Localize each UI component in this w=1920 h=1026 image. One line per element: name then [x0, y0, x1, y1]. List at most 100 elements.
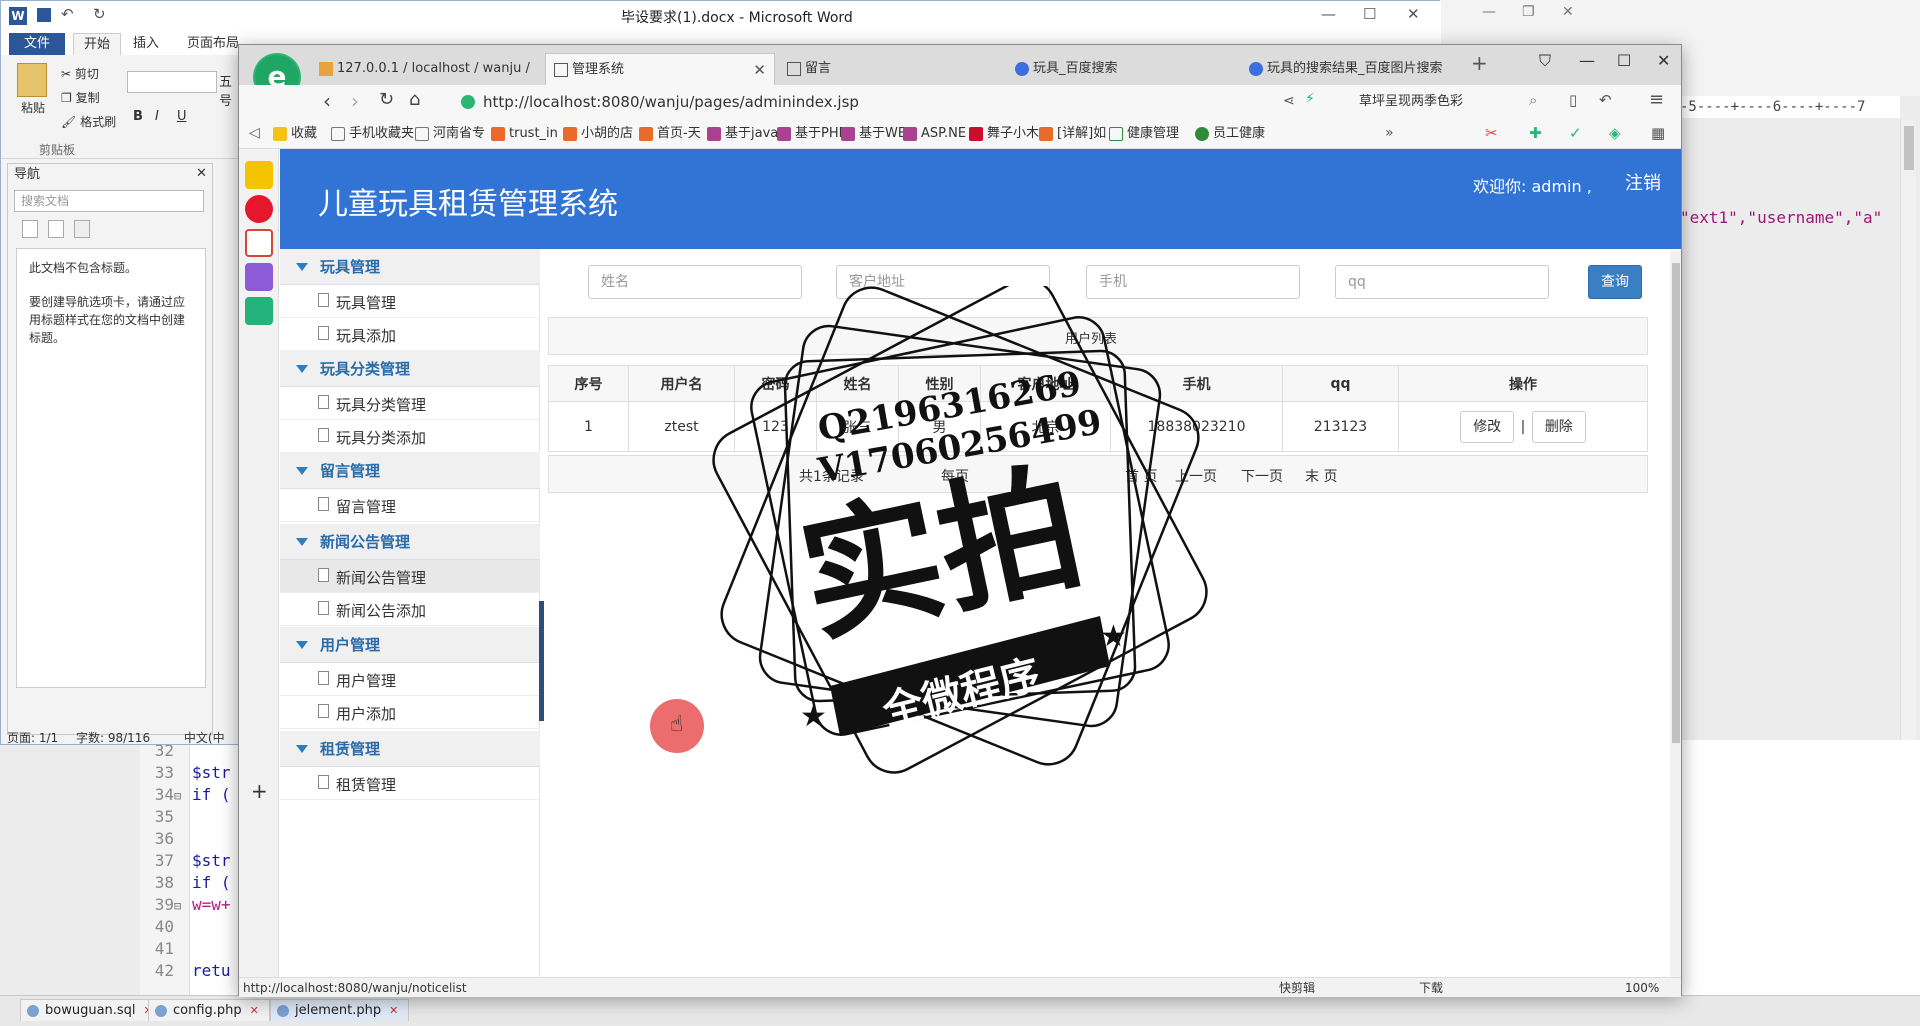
minimize-icon[interactable]: —	[1579, 51, 1595, 70]
cut-button[interactable]: ✂ 剪切	[61, 65, 99, 82]
pages-view-icon[interactable]	[48, 220, 64, 238]
menu-item-category-add[interactable]: 玩具分类添加	[280, 420, 540, 453]
menu-group-notice[interactable]: 新闻公告管理	[280, 524, 540, 560]
restore-icon[interactable]: ❐	[1522, 4, 1535, 20]
zoom-level[interactable]: 100%	[1625, 979, 1659, 997]
scrollbar-thumb[interactable]	[1904, 126, 1914, 170]
scissors-icon[interactable]: ✂	[1485, 124, 1498, 142]
extension-icon[interactable]: ✚	[1529, 124, 1542, 142]
add-icon[interactable]: +	[251, 779, 268, 803]
phone-search-input[interactable]: 手机	[1086, 265, 1300, 299]
close-icon[interactable]: ✕	[196, 166, 207, 181]
underline-button[interactable]: U	[177, 109, 187, 124]
close-icon[interactable]: ✕	[250, 1004, 259, 1017]
italic-button[interactable]: I	[155, 109, 159, 124]
tab-file[interactable]: 文件	[9, 33, 65, 55]
menu-item-rental-manage[interactable]: 租赁管理	[280, 767, 540, 800]
favorites-icon[interactable]	[245, 161, 273, 189]
menu-item-user-add[interactable]: 用户添加	[280, 696, 540, 729]
menu-icon[interactable]: ≡	[1649, 89, 1664, 110]
nav-search-input[interactable]: 搜索文档	[14, 190, 204, 212]
close-icon[interactable]: ✕	[389, 1004, 398, 1017]
name-search-input[interactable]: 姓名	[588, 265, 802, 299]
bookmark-item[interactable]: [详解]如	[1039, 125, 1106, 143]
logout-link[interactable]: 注销	[1625, 169, 1661, 195]
results-view-icon[interactable]	[74, 220, 90, 238]
reload-icon[interactable]: ↻	[379, 89, 394, 110]
bookmark-item[interactable]: 小胡的店	[563, 125, 633, 143]
paste-icon[interactable]	[17, 63, 47, 97]
file-tab[interactable]: config.php ✕	[148, 999, 270, 1021]
tab-home[interactable]: 开始	[73, 33, 122, 55]
format-painter-button[interactable]: 🖌 格式刷	[61, 113, 116, 130]
bookmark-item[interactable]: 员工健康	[1195, 125, 1265, 143]
share-icon[interactable]: ⋖	[1283, 93, 1295, 109]
undo-icon[interactable]: ↶	[1599, 91, 1612, 109]
edit-button[interactable]: 修改	[1460, 410, 1515, 443]
save-icon[interactable]	[37, 8, 51, 22]
shield-icon[interactable]: ✓	[1569, 124, 1582, 142]
new-tab-button[interactable]: +	[1471, 51, 1488, 75]
maximize-icon[interactable]: ☐	[1363, 5, 1376, 23]
redo-icon[interactable]: ↻	[93, 5, 106, 23]
close-icon[interactable]: ✕	[1657, 51, 1670, 70]
home-icon[interactable]: ⌂	[409, 89, 420, 110]
bookmark-item[interactable]: 手机收藏夹	[331, 125, 414, 143]
minimize-icon[interactable]: —	[1482, 4, 1496, 20]
bookmark-item[interactable]: 基于java	[707, 125, 778, 143]
minimize-icon[interactable]: —	[1321, 5, 1336, 23]
bold-button[interactable]: B	[133, 109, 143, 124]
address-search-input[interactable]: 客户地址	[836, 265, 1050, 299]
menu-group-user[interactable]: 用户管理	[280, 627, 540, 663]
search-icon[interactable]: ⌕	[1529, 91, 1537, 109]
file-tab-active[interactable]: jelement.php ✕	[270, 999, 410, 1021]
delete-button[interactable]: 删除	[1531, 410, 1586, 443]
menu-item-toy-manage[interactable]: 玩具管理	[280, 285, 540, 318]
forward-icon[interactable]: ›	[351, 89, 359, 113]
headings-view-icon[interactable]	[22, 220, 38, 238]
close-icon[interactable]: ✕	[1407, 5, 1420, 23]
menu-group-toy[interactable]: 玩具管理	[280, 249, 540, 285]
weibo-icon[interactable]	[245, 195, 273, 223]
file-tab[interactable]: bowuguan.sql✕	[20, 999, 164, 1021]
tab-insert[interactable]: 插入	[123, 33, 169, 55]
url-input[interactable]: http://localhost:8080/wanju/pages/admini…	[483, 90, 1383, 114]
close-icon[interactable]: ✕	[753, 54, 766, 86]
comic-icon[interactable]	[245, 263, 273, 291]
menu-group-rental[interactable]: 租赁管理	[280, 731, 540, 767]
more-bookmarks-icon[interactable]: »	[1385, 125, 1394, 141]
menu-splitter[interactable]	[539, 601, 544, 721]
menu-group-category[interactable]: 玩具分类管理	[280, 351, 540, 387]
bookmark-item[interactable]: 健康管理	[1109, 125, 1179, 143]
menu-item-user-manage[interactable]: 用户管理	[280, 663, 540, 696]
browser-tab[interactable]: 留言	[779, 53, 841, 85]
menu-group-message[interactable]: 留言管理	[280, 453, 540, 489]
qq-search-input[interactable]: qq	[1335, 265, 1549, 299]
screenshot-tool[interactable]: 快剪辑	[1279, 979, 1315, 997]
download-button[interactable]: 下载	[1419, 979, 1443, 997]
bookmark-item[interactable]: 河南省专	[415, 125, 485, 143]
bookmark-item[interactable]: 基于WE	[841, 125, 906, 143]
browser-tab-active[interactable]: 管理系统 ✕	[545, 53, 775, 85]
browser-tab[interactable]: 玩具_百度搜索	[1007, 53, 1128, 85]
menu-item-toy-add[interactable]: 玩具添加	[280, 318, 540, 351]
shirt-icon[interactable]: ⛉	[1539, 51, 1551, 71]
maximize-icon[interactable]: ☐	[1617, 51, 1631, 70]
next-page-link[interactable]: 下一页	[1241, 466, 1283, 486]
scrollbar-thumb[interactable]	[1672, 263, 1680, 743]
browser-tab[interactable]: 127.0.0.1 / localhost / wanju /	[311, 53, 540, 85]
bookmark-item[interactable]: 首页-天	[639, 125, 701, 143]
game-icon[interactable]: ◈	[1609, 124, 1621, 142]
last-page-link[interactable]: 末 页	[1305, 466, 1337, 486]
bookmark-item[interactable]: 舞子小木	[969, 125, 1039, 143]
apps-icon[interactable]: ▦	[1651, 124, 1665, 142]
menu-item-notice-add[interactable]: 新闻公告添加	[280, 593, 540, 626]
menu-item-message-manage[interactable]: 留言管理	[280, 489, 540, 522]
paste-button[interactable]: 粘贴	[21, 99, 45, 116]
prev-page-link[interactable]: 上一页	[1175, 466, 1217, 486]
menu-item-category-manage[interactable]: 玩具分类管理	[280, 387, 540, 420]
mail-icon[interactable]	[245, 229, 273, 257]
browser-tab[interactable]: 玩具的搜索结果_百度图片搜索	[1241, 53, 1453, 85]
back-icon[interactable]: ‹	[323, 89, 331, 113]
reader-icon[interactable]: ▯	[1569, 91, 1577, 109]
